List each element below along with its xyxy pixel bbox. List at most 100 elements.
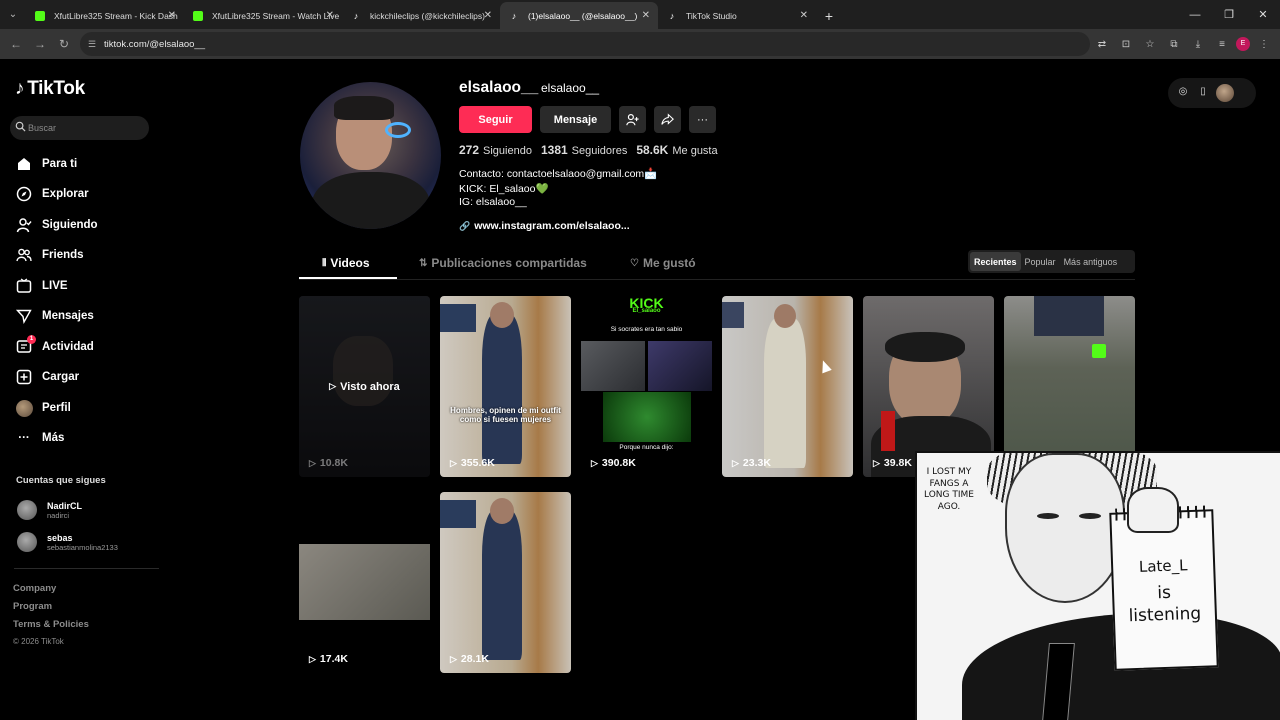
- stat-likes: 58.6K Me gusta: [636, 143, 717, 157]
- nav-perfil[interactable]: Perfil: [15, 398, 71, 418]
- speech-bubble-text: I LOST MY FANGS A LONG TIME AGO.: [924, 467, 974, 512]
- nav-actividad[interactable]: 1 Actividad: [15, 335, 94, 357]
- nav-label: Mensajes: [42, 310, 94, 322]
- close-window-icon[interactable]: ✕: [1246, 0, 1280, 29]
- video-card[interactable]: ▷ 17.4K: [299, 492, 430, 673]
- search-input[interactable]: Buscar: [10, 116, 149, 140]
- following-accounts-title: Cuentas que sigues: [16, 475, 106, 486]
- footer-link-company[interactable]: Company: [13, 583, 56, 594]
- view-count-text: 28.1K: [460, 653, 489, 665]
- video-card[interactable]: ▷ 23.3K: [722, 296, 853, 477]
- play-icon: ▷: [329, 381, 337, 391]
- sort-popular[interactable]: Popular: [1021, 252, 1060, 271]
- stat-value: 272: [459, 143, 480, 157]
- tiktok-favicon-icon: ♪: [511, 11, 517, 21]
- more-options-icon[interactable]: ···: [689, 106, 716, 133]
- tab-search-icon[interactable]: ⌄: [0, 0, 26, 29]
- active-tab-indicator: [299, 277, 397, 279]
- bio-line: KICK: El_salaoo💚: [459, 183, 549, 195]
- nav-mensajes[interactable]: Mensajes: [15, 306, 94, 326]
- video-card[interactable]: ▷ 28.1K: [440, 492, 571, 673]
- browser-tab[interactable]: ♪ kickchileclips (@kickchileclips) ✕: [342, 2, 500, 29]
- nav-explorar[interactable]: Explorar: [15, 184, 89, 204]
- url-input[interactable]: ☰ tiktok.com/@elsalaoo__: [80, 32, 1090, 56]
- profile-nickname: elsalaoo__: [541, 81, 600, 95]
- back-icon[interactable]: ←: [4, 37, 28, 51]
- tiktok-logo[interactable]: ♪ TikTok: [15, 78, 85, 100]
- follow-button[interactable]: Seguir: [459, 106, 532, 133]
- nav-mas[interactable]: ··· Más: [15, 428, 64, 448]
- following-icon: [15, 216, 33, 234]
- footer-link-terms[interactable]: Terms & Policies: [13, 619, 89, 630]
- video-card[interactable]: [1004, 296, 1135, 477]
- install-icon[interactable]: ⊡: [1116, 39, 1136, 50]
- sort-oldest[interactable]: Más antiguos: [1060, 252, 1122, 271]
- copyright: © 2026 TikTok: [13, 637, 64, 646]
- message-button[interactable]: Mensaje: [540, 106, 611, 133]
- browser-tab[interactable]: XfutLibre325 Stream - Watch Live ✕: [184, 2, 342, 29]
- followed-account[interactable]: sebas sebastianmolina2133: [17, 532, 118, 552]
- video-card[interactable]: Hombres, opinen de mi outfit como si fue…: [440, 296, 571, 477]
- video-card[interactable]: KICK El_salaoo Si socrates era tan sabio…: [581, 296, 712, 477]
- notepad-text: is: [1156, 582, 1172, 604]
- close-icon[interactable]: ✕: [484, 10, 492, 21]
- close-icon[interactable]: ✕: [642, 10, 650, 21]
- menu-dots-icon[interactable]: ⋮: [1254, 39, 1274, 50]
- play-icon: ▷: [309, 457, 316, 468]
- stat-followers[interactable]: 1381 Seguidores: [541, 143, 627, 157]
- media-control-icon[interactable]: ≡: [1212, 39, 1232, 50]
- header-tools: ◎ ▯: [1168, 78, 1256, 108]
- avatar: [15, 399, 33, 417]
- play-icon: ▷: [450, 457, 457, 468]
- video-card[interactable]: ▷ Visto ahora ▷ 10.8K: [299, 296, 430, 477]
- close-icon[interactable]: ✕: [800, 10, 808, 21]
- nav-label: Explorar: [42, 188, 89, 200]
- nav-friends[interactable]: Friends: [15, 245, 84, 265]
- restore-icon[interactable]: ❐: [1212, 0, 1246, 29]
- account-handle: sebastianmolina2133: [47, 542, 118, 552]
- nav-label: Cargar: [42, 371, 80, 383]
- nav-siguiendo[interactable]: Siguiendo: [15, 215, 98, 235]
- profile-link[interactable]: 🔗 www.instagram.com/elsalaoo...: [459, 220, 630, 232]
- profile-avatar[interactable]: E: [1236, 37, 1250, 51]
- nav-live[interactable]: LIVE: [15, 276, 68, 296]
- close-icon[interactable]: ✕: [326, 10, 334, 21]
- close-icon[interactable]: ✕: [168, 10, 176, 21]
- forward-icon[interactable]: →: [28, 37, 52, 51]
- browser-tab[interactable]: XfutLibre325 Stream - Kick Dash ✕: [26, 2, 184, 29]
- toolbar-icons: ⇄ ⊡ ☆ ⧉ ⤓ ≡ E ⋮: [1092, 29, 1274, 59]
- new-tab-button[interactable]: +: [816, 2, 842, 29]
- view-count: ▷ 390.8K: [591, 457, 636, 469]
- video-card[interactable]: ▷ 39.8K: [863, 296, 994, 477]
- nav-label: Para ti: [42, 158, 78, 170]
- upload-icon: [15, 368, 33, 386]
- nav-para-ti[interactable]: Para ti: [15, 154, 77, 174]
- add-friend-icon[interactable]: [619, 106, 646, 133]
- site-info-icon[interactable]: ☰: [88, 39, 96, 50]
- home-icon: [15, 155, 33, 173]
- sort-recent[interactable]: Recientes: [970, 252, 1021, 271]
- search-placeholder: Buscar: [28, 123, 57, 133]
- translate-icon[interactable]: ⇄: [1092, 39, 1112, 50]
- extensions-icon[interactable]: ⧉: [1164, 39, 1184, 50]
- device-icon[interactable]: ▯: [1196, 86, 1210, 100]
- stat-following[interactable]: 272 Siguiendo: [459, 143, 532, 157]
- reload-icon[interactable]: ↻: [52, 37, 76, 51]
- browser-tab[interactable]: ♪ TikTok Studio ✕: [658, 2, 816, 29]
- browser-tab-active[interactable]: ♪ (1)elsalaoo__ (@elsalaoo__) ✕: [500, 2, 658, 29]
- profile-avatar[interactable]: [300, 82, 441, 229]
- bookmark-star-icon[interactable]: ☆: [1140, 39, 1160, 50]
- coin-icon[interactable]: ◎: [1176, 86, 1190, 100]
- tab-reposts[interactable]: ⇅ Publicaciones compartidas: [419, 256, 587, 270]
- sidebar: ♪ TikTok Buscar Para ti Explorar Siguiend…: [0, 60, 170, 720]
- avatar[interactable]: [1216, 84, 1234, 102]
- minimize-icon[interactable]: —: [1178, 0, 1212, 29]
- share-icon[interactable]: [654, 106, 681, 133]
- footer-link-program[interactable]: Program: [13, 601, 52, 612]
- nav-cargar[interactable]: Cargar: [15, 367, 79, 387]
- compass-icon: [15, 185, 33, 203]
- tab-videos[interactable]: ⦀ Videos: [322, 256, 370, 270]
- followed-account[interactable]: NadirCL nadirci: [17, 500, 82, 520]
- download-icon[interactable]: ⤓: [1188, 39, 1208, 50]
- tab-liked[interactable]: ♡ Me gustó: [630, 256, 696, 270]
